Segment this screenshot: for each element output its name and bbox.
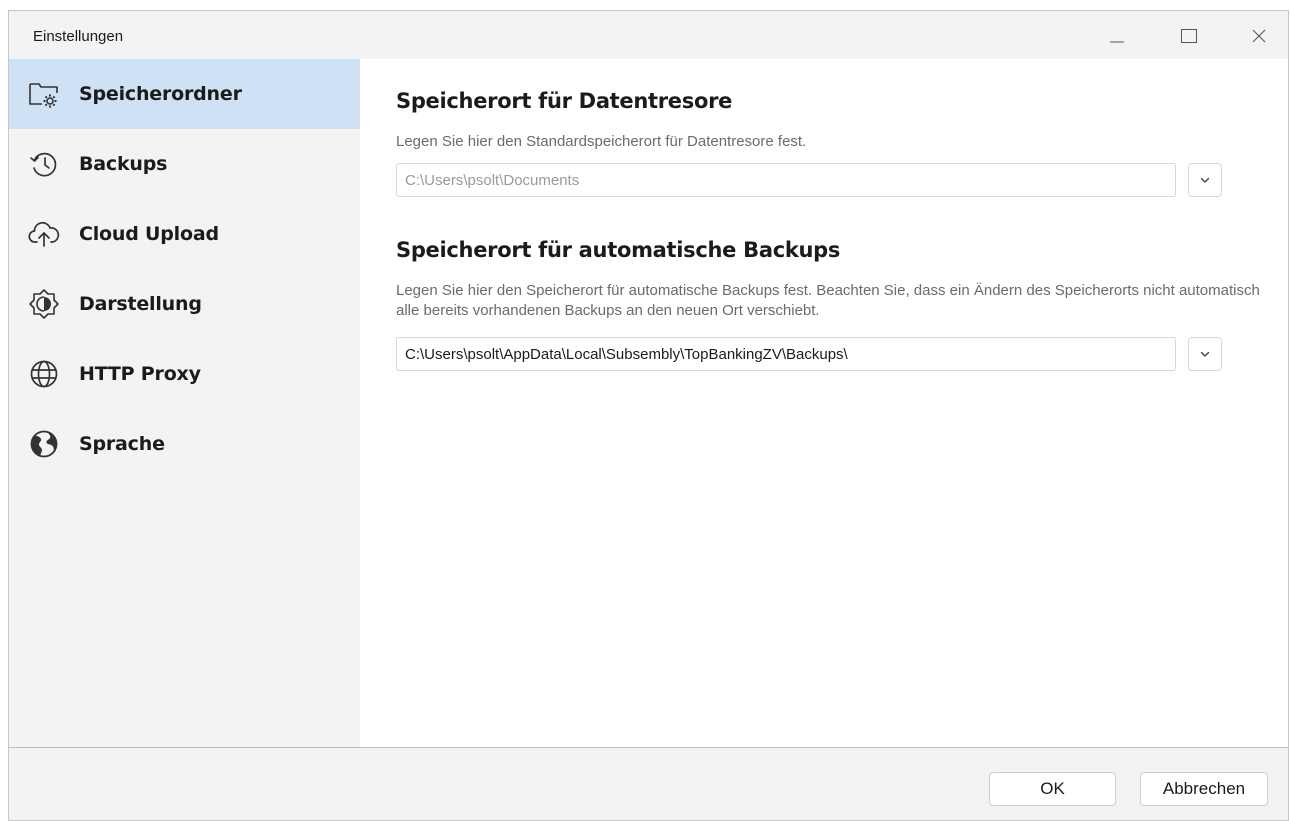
sidebar-item-label: Sprache <box>79 433 165 455</box>
sidebar-item-label: Darstellung <box>79 293 202 315</box>
sidebar-item-backups[interactable]: Backups <box>9 129 360 199</box>
sidebar-item-label: Cloud Upload <box>79 223 219 245</box>
sidebar-item-darstellung[interactable]: Darstellung <box>9 269 360 339</box>
backup-path-input[interactable] <box>396 337 1176 371</box>
cancel-button[interactable]: Abbrechen <box>1140 772 1268 806</box>
chevron-down-icon <box>1200 351 1210 357</box>
sidebar-item-sprache[interactable]: Sprache <box>9 409 360 479</box>
sidebar: Speicherordner Backups Cloud Upload Dars… <box>9 59 360 747</box>
title-bar: Einstellungen <box>9 11 1288 59</box>
chevron-down-icon <box>1200 177 1210 183</box>
maximize-icon <box>1181 29 1197 43</box>
close-icon <box>1252 29 1266 43</box>
sidebar-item-speicherordner[interactable]: Speicherordner <box>9 59 360 129</box>
history-icon <box>26 146 62 182</box>
minimize-button[interactable] <box>1102 23 1132 49</box>
sidebar-item-label: HTTP Proxy <box>79 363 201 385</box>
sidebar-item-http-proxy[interactable]: HTTP Proxy <box>9 339 360 409</box>
vault-location-title: Speicherort für Datentresore <box>396 89 733 113</box>
vault-path-input[interactable] <box>396 163 1176 197</box>
close-button[interactable] <box>1244 23 1274 49</box>
main-content: Speicherort für Datentresore Legen Sie h… <box>360 59 1288 747</box>
backup-location-title: Speicherort für automatische Backups <box>396 238 841 262</box>
backup-location-description: Legen Sie hier den Speicherort für autom… <box>396 282 1260 319</box>
window-title: Einstellungen <box>33 28 124 45</box>
maximize-button[interactable] <box>1174 23 1204 49</box>
dialog-footer: OK Abbrechen <box>9 747 1288 820</box>
globe-icon <box>26 356 62 392</box>
folder-settings-icon <box>26 76 62 112</box>
sidebar-item-label: Speicherordner <box>79 83 242 105</box>
vault-path-dropdown-button[interactable] <box>1188 163 1222 197</box>
earth-icon <box>26 426 62 462</box>
minimize-icon <box>1110 41 1124 43</box>
sidebar-item-cloud-upload[interactable]: Cloud Upload <box>9 199 360 269</box>
cloud-upload-icon <box>26 216 62 252</box>
backup-path-dropdown-button[interactable] <box>1188 337 1222 371</box>
vault-location-description: Legen Sie hier den Standardspeicherort f… <box>396 133 807 150</box>
brightness-icon <box>26 286 62 322</box>
ok-button[interactable]: OK <box>989 772 1116 806</box>
sidebar-item-label: Backups <box>79 153 168 175</box>
settings-window: Einstellungen Speicherordner Backups Clo… <box>8 10 1289 821</box>
